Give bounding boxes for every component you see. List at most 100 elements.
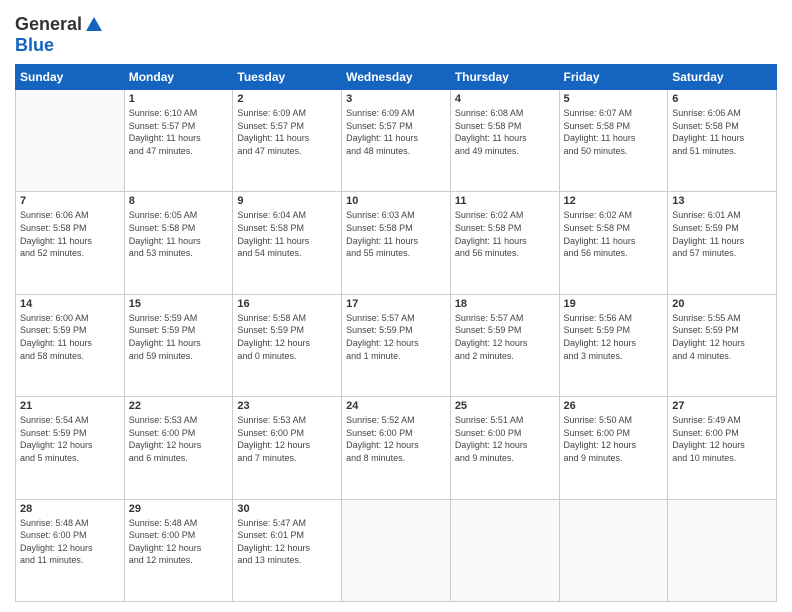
day-number: 16 (237, 298, 337, 310)
day-number: 7 (20, 195, 120, 207)
day-number: 14 (20, 298, 120, 310)
calendar-cell: 18 Sunrise: 5:57 AM Sunset: 5:59 PM Dayli… (450, 294, 559, 396)
day-info: Sunrise: 6:01 AM Sunset: 5:59 PM Dayligh… (672, 209, 772, 259)
day-number: 3 (346, 93, 446, 105)
calendar-cell: 1 Sunrise: 6:10 AM Sunset: 5:57 PM Daylig… (124, 90, 233, 192)
calendar-week-2: 7 Sunrise: 6:06 AM Sunset: 5:58 PM Daylig… (16, 192, 777, 294)
day-info: Sunrise: 6:09 AM Sunset: 5:57 PM Dayligh… (346, 107, 446, 157)
day-info: Sunrise: 6:05 AM Sunset: 5:58 PM Dayligh… (129, 209, 229, 259)
page: General Blue SundayMondayTuesdayWednesda… (0, 0, 792, 612)
calendar-cell: 6 Sunrise: 6:06 AM Sunset: 5:58 PM Daylig… (668, 90, 777, 192)
calendar-cell: 27 Sunrise: 5:49 AM Sunset: 6:00 PM Dayli… (668, 397, 777, 499)
calendar-cell: 16Sunrise: 5:58 AM Sunset: 5:59 PM Dayli… (233, 294, 342, 396)
calendar-cell: 17 Sunrise: 5:57 AM Sunset: 5:59 PM Dayli… (342, 294, 451, 396)
day-number: 2 (237, 93, 337, 105)
calendar-cell: 23 Sunrise: 5:53 AM Sunset: 6:00 PM Dayli… (233, 397, 342, 499)
day-number: 1 (129, 93, 229, 105)
day-info: Sunrise: 6:02 AM Sunset: 5:58 PM Dayligh… (564, 209, 664, 259)
day-number: 20 (672, 298, 772, 310)
day-number: 4 (455, 93, 555, 105)
calendar-cell: 2 Sunrise: 6:09 AM Sunset: 5:57 PM Daylig… (233, 90, 342, 192)
calendar-cell: 25 Sunrise: 5:51 AM Sunset: 6:00 PM Dayli… (450, 397, 559, 499)
weekday-tuesday: Tuesday (233, 65, 342, 90)
day-number: 17 (346, 298, 446, 310)
day-number: 23 (237, 400, 337, 412)
day-info: Sunrise: 5:47 AM Sunset: 6:01 PM Dayligh… (237, 517, 337, 567)
calendar-cell: 20Sunrise: 5:55 AM Sunset: 5:59 PM Dayli… (668, 294, 777, 396)
logo-general: General (15, 14, 82, 35)
calendar-cell: 4 Sunrise: 6:08 AM Sunset: 5:58 PM Daylig… (450, 90, 559, 192)
calendar-cell: 9 Sunrise: 6:04 AM Sunset: 5:58 PM Daylig… (233, 192, 342, 294)
logo: General Blue (15, 14, 104, 56)
calendar-cell (559, 499, 668, 601)
day-info: Sunrise: 5:53 AM Sunset: 6:00 PM Dayligh… (237, 414, 337, 464)
day-info: Sunrise: 5:51 AM Sunset: 6:00 PM Dayligh… (455, 414, 555, 464)
day-info: Sunrise: 5:56 AM Sunset: 5:59 PM Dayligh… (564, 312, 664, 362)
calendar-week-1: 1 Sunrise: 6:10 AM Sunset: 5:57 PM Daylig… (16, 90, 777, 192)
day-number: 27 (672, 400, 772, 412)
day-number: 30 (237, 503, 337, 515)
day-info: Sunrise: 6:09 AM Sunset: 5:57 PM Dayligh… (237, 107, 337, 157)
day-info: Sunrise: 5:57 AM Sunset: 5:59 PM Dayligh… (346, 312, 446, 362)
calendar-cell: 7 Sunrise: 6:06 AM Sunset: 5:58 PM Daylig… (16, 192, 125, 294)
day-info: Sunrise: 5:57 AM Sunset: 5:59 PM Dayligh… (455, 312, 555, 362)
calendar-cell: 3 Sunrise: 6:09 AM Sunset: 5:57 PM Daylig… (342, 90, 451, 192)
day-info: Sunrise: 6:04 AM Sunset: 5:58 PM Dayligh… (237, 209, 337, 259)
day-info: Sunrise: 6:06 AM Sunset: 5:58 PM Dayligh… (20, 209, 120, 259)
weekday-thursday: Thursday (450, 65, 559, 90)
day-number: 19 (564, 298, 664, 310)
calendar-cell: 24Sunrise: 5:52 AM Sunset: 6:00 PM Dayli… (342, 397, 451, 499)
day-info: Sunrise: 5:53 AM Sunset: 6:00 PM Dayligh… (129, 414, 229, 464)
calendar-cell: 14 Sunrise: 6:00 AM Sunset: 5:59 PM Dayli… (16, 294, 125, 396)
day-info: Sunrise: 5:49 AM Sunset: 6:00 PM Dayligh… (672, 414, 772, 464)
day-info: Sunrise: 5:48 AM Sunset: 6:00 PM Dayligh… (129, 517, 229, 567)
calendar-cell: 10 Sunrise: 6:03 AM Sunset: 5:58 PM Dayli… (342, 192, 451, 294)
day-number: 15 (129, 298, 229, 310)
weekday-saturday: Saturday (668, 65, 777, 90)
calendar-cell (668, 499, 777, 601)
calendar-cell: 13Sunrise: 6:01 AM Sunset: 5:59 PM Dayli… (668, 192, 777, 294)
day-number: 18 (455, 298, 555, 310)
day-number: 12 (564, 195, 664, 207)
day-number: 5 (564, 93, 664, 105)
day-number: 25 (455, 400, 555, 412)
weekday-header-row: SundayMondayTuesdayWednesdayThursdayFrid… (16, 65, 777, 90)
day-info: Sunrise: 5:50 AM Sunset: 6:00 PM Dayligh… (564, 414, 664, 464)
calendar-cell (342, 499, 451, 601)
weekday-wednesday: Wednesday (342, 65, 451, 90)
day-number: 8 (129, 195, 229, 207)
day-info: Sunrise: 6:07 AM Sunset: 5:58 PM Dayligh… (564, 107, 664, 157)
calendar-cell: 15Sunrise: 5:59 AM Sunset: 5:59 PM Dayli… (124, 294, 233, 396)
day-info: Sunrise: 6:10 AM Sunset: 5:57 PM Dayligh… (129, 107, 229, 157)
day-info: Sunrise: 6:03 AM Sunset: 5:58 PM Dayligh… (346, 209, 446, 259)
day-number: 11 (455, 195, 555, 207)
day-number: 24 (346, 400, 446, 412)
calendar-cell: 26 Sunrise: 5:50 AM Sunset: 6:00 PM Dayli… (559, 397, 668, 499)
day-number: 9 (237, 195, 337, 207)
day-info: Sunrise: 6:06 AM Sunset: 5:58 PM Dayligh… (672, 107, 772, 157)
calendar-cell: 12 Sunrise: 6:02 AM Sunset: 5:58 PM Dayli… (559, 192, 668, 294)
day-info: Sunrise: 6:02 AM Sunset: 5:58 PM Dayligh… (455, 209, 555, 259)
calendar-cell: 28 Sunrise: 5:48 AM Sunset: 6:00 PM Dayli… (16, 499, 125, 601)
calendar-week-5: 28 Sunrise: 5:48 AM Sunset: 6:00 PM Dayli… (16, 499, 777, 601)
calendar-week-3: 14 Sunrise: 6:00 AM Sunset: 5:59 PM Dayli… (16, 294, 777, 396)
calendar-cell (450, 499, 559, 601)
day-info: Sunrise: 6:00 AM Sunset: 5:59 PM Dayligh… (20, 312, 120, 362)
header: General Blue (15, 10, 777, 56)
day-number: 10 (346, 195, 446, 207)
calendar-cell: 29 Sunrise: 5:48 AM Sunset: 6:00 PM Dayli… (124, 499, 233, 601)
calendar-cell: 5 Sunrise: 6:07 AM Sunset: 5:58 PM Daylig… (559, 90, 668, 192)
calendar-cell: 8 Sunrise: 6:05 AM Sunset: 5:58 PM Daylig… (124, 192, 233, 294)
calendar-cell: 19 Sunrise: 5:56 AM Sunset: 5:59 PM Dayli… (559, 294, 668, 396)
calendar-cell: 30 Sunrise: 5:47 AM Sunset: 6:01 PM Dayli… (233, 499, 342, 601)
day-number: 21 (20, 400, 120, 412)
day-info: Sunrise: 5:48 AM Sunset: 6:00 PM Dayligh… (20, 517, 120, 567)
day-number: 28 (20, 503, 120, 515)
day-number: 29 (129, 503, 229, 515)
calendar-cell: 22Sunrise: 5:53 AM Sunset: 6:00 PM Dayli… (124, 397, 233, 499)
calendar-cell (16, 90, 125, 192)
day-number: 6 (672, 93, 772, 105)
calendar-week-4: 21Sunrise: 5:54 AM Sunset: 5:59 PM Dayli… (16, 397, 777, 499)
day-info: Sunrise: 6:08 AM Sunset: 5:58 PM Dayligh… (455, 107, 555, 157)
day-number: 26 (564, 400, 664, 412)
